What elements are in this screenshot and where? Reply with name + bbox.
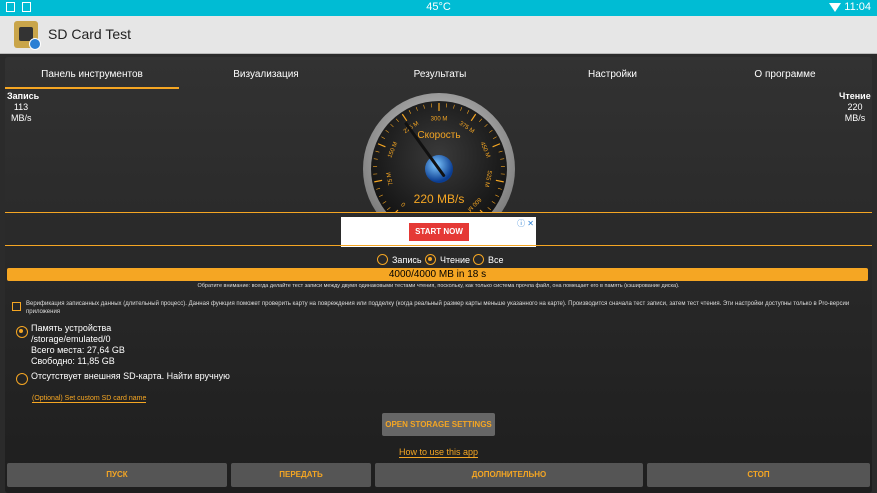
write-label: Запись <box>7 91 40 101</box>
radio-read[interactable] <box>425 254 436 265</box>
ad-close-icon[interactable]: ⓘ ✕ <box>517 218 534 229</box>
read-label: Чтение <box>839 91 871 101</box>
divider-bottom <box>5 245 872 246</box>
external-storage-name: Отсутствует внешняя SD-карта. Найти вруч… <box>31 371 230 381</box>
clock-text: 11:04 <box>844 1 871 13</box>
radio-external-storage[interactable] <box>16 373 28 385</box>
write-unit: MB/s <box>11 113 32 123</box>
send-button[interactable]: ПЕРЕДАТЬ <box>231 463 371 487</box>
stop-button[interactable]: СТОП <box>647 463 870 487</box>
custom-name-link[interactable]: (Optional) Set custom SD card name <box>32 395 147 403</box>
verification-text: Верификация записанных данных (длительны… <box>26 301 850 315</box>
radio-write-label: Запись <box>392 255 422 265</box>
ad-start-button[interactable]: START NOW <box>409 223 469 241</box>
app-logo-icon <box>14 21 41 50</box>
internal-storage-path: /storage/emulated/0 <box>31 334 111 344</box>
radio-all[interactable] <box>473 254 484 265</box>
main-panel: Панель инструментов Визуализация Результ… <box>5 57 872 493</box>
progress-text: 4000/4000 MB in 18 s <box>388 269 487 280</box>
internal-storage-free: Свободно: 11,85 GB <box>31 356 115 366</box>
divider-top <box>5 212 872 213</box>
wifi-icon <box>829 3 841 12</box>
verification-checkbox[interactable] <box>12 302 21 311</box>
progress-bar: 4000/4000 MB in 18 s <box>7 268 868 281</box>
radio-all-label: Все <box>488 255 504 265</box>
open-storage-settings-button[interactable]: OPEN STORAGE SETTINGS <box>382 413 495 436</box>
radio-write[interactable] <box>377 254 388 265</box>
cache-notice: Обратите внимание: всегда делайте тест з… <box>197 283 680 289</box>
tab-about[interactable]: О программе <box>698 57 872 89</box>
tab-dashboard[interactable]: Панель инструментов <box>5 57 179 89</box>
gauge-reading: 220 MB/s <box>414 192 465 206</box>
radio-internal-storage[interactable] <box>16 326 28 338</box>
more-button[interactable]: ДОПОЛНИТЕЛЬНО <box>375 463 643 487</box>
gauge-title: Скорость <box>417 130 460 141</box>
status-bar: 45°C 11:04 <box>0 0 877 16</box>
howto-container: How to use this app <box>5 447 872 458</box>
speed-gauge: 075 M150 M225 M300 M375 M450 M525 M600 M… <box>363 93 515 212</box>
tab-visualization[interactable]: Визуализация <box>179 57 353 89</box>
temperature-text: 45°C <box>426 1 451 13</box>
tab-settings[interactable]: Настройки <box>527 57 698 89</box>
internal-storage-total: Всего места: 27,64 GB <box>31 345 125 355</box>
mode-selector: Запись Чтение Все <box>5 253 872 267</box>
read-value: 220 <box>847 102 863 112</box>
tab-bar: Панель инструментов Визуализация Результ… <box>5 57 872 89</box>
radio-read-label: Чтение <box>440 255 471 265</box>
start-button[interactable]: ПУСК <box>7 463 227 487</box>
howto-link[interactable]: How to use this app <box>398 447 479 458</box>
tab-results[interactable]: Результаты <box>353 57 527 89</box>
internal-storage-name: Память устройства <box>31 323 112 333</box>
app-bar: SD Card Test <box>0 16 877 54</box>
read-unit: MB/s <box>844 113 866 123</box>
app-title: SD Card Test <box>48 26 131 42</box>
write-value: 113 <box>13 102 29 112</box>
ad-banner[interactable]: START NOW ⓘ ✕ <box>341 217 536 247</box>
gauge-tick-label: 300 M <box>431 117 448 123</box>
